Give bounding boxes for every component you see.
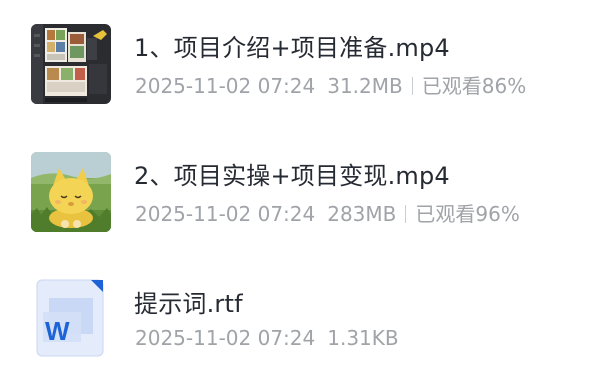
word-document-icon: W xyxy=(31,278,111,358)
file-meta: 2025-11-02 07:24 31.2MB 已观看86% xyxy=(135,70,526,99)
meta-divider xyxy=(405,205,407,223)
video-thumbnail-phone-screens-icon xyxy=(31,24,111,104)
file-name: 2、项目实操+项目变现.mp4 xyxy=(134,162,450,190)
meta-divider xyxy=(411,77,413,95)
file-name: 提示词.rtf xyxy=(134,290,243,318)
watch-progress: 已观看86% xyxy=(421,74,527,98)
file-size: 31.2MB xyxy=(327,74,403,98)
file-row-video-2[interactable]: 2、项目实操+项目变现.mp4 2025-11-02 07:24 283MB 已观看… xyxy=(0,136,610,246)
video-thumbnail-cartoon-cat-icon xyxy=(31,152,111,232)
file-meta: 2025-11-02 07:24 1.31KB xyxy=(135,326,399,350)
file-row-video-1[interactable]: 1、项目介绍+项目准备.mp4 2025-11-02 07:24 31.2MB 已观… xyxy=(0,10,610,120)
file-list: 1、项目介绍+项目准备.mp4 2025-11-02 07:24 31.2MB 已观… xyxy=(0,0,610,373)
file-size: 283MB xyxy=(327,202,397,226)
file-row-document[interactable]: W 提示词.rtf 2025-11-02 07:24 1.31KB xyxy=(0,264,610,374)
svg-text:W: W xyxy=(45,316,70,346)
file-size: 1.31KB xyxy=(327,326,399,350)
file-date: 2025-11-02 07:24 xyxy=(135,326,316,350)
file-date: 2025-11-02 07:24 xyxy=(135,74,316,98)
file-date: 2025-11-02 07:24 xyxy=(135,202,316,226)
watch-progress: 已观看96% xyxy=(415,202,520,226)
file-meta: 2025-11-02 07:24 283MB 已观看96% xyxy=(135,198,520,227)
file-name: 1、项目介绍+项目准备.mp4 xyxy=(134,34,450,62)
